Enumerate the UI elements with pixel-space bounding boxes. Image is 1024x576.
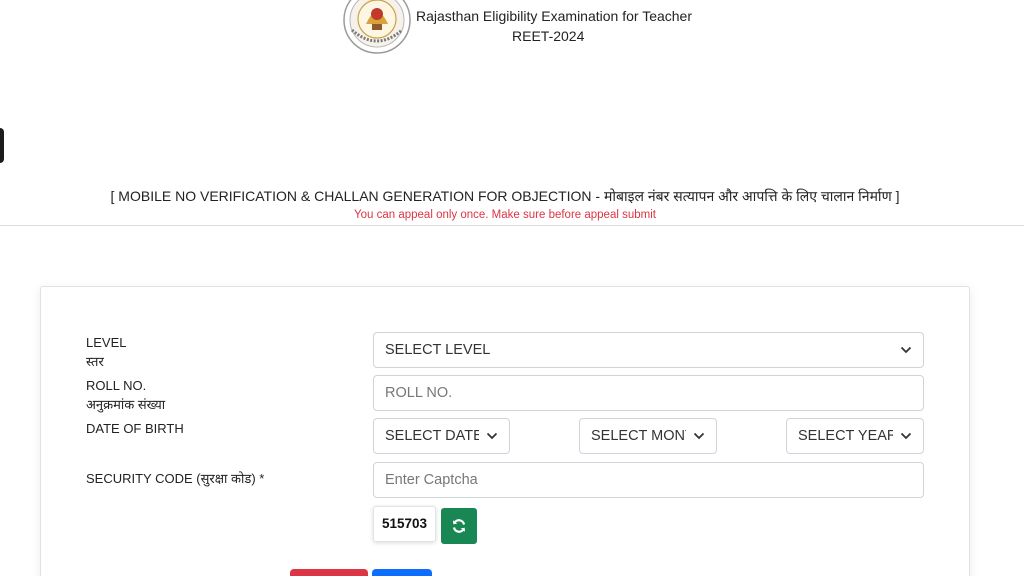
- roll-no-label: ROLL NO. अनुक्रमांक संख्या: [86, 376, 165, 414]
- refresh-captcha-button[interactable]: [441, 508, 477, 544]
- submit-button[interactable]: [372, 569, 432, 576]
- roll-no-label-hi: अनुक्रमांक संख्या: [86, 397, 166, 412]
- security-code-label: SECURITY CODE (सुरक्षा कोड) *: [86, 471, 265, 486]
- page-heading: [ MOBILE NO VERIFICATION & CHALLAN GENER…: [110, 188, 900, 204]
- level-label-hi: स्तर: [86, 354, 104, 369]
- level-label: LEVEL स्तर: [86, 333, 126, 371]
- chevron-down-icon: [900, 346, 912, 354]
- dob-year-value: SELECT YEAR: [798, 428, 893, 444]
- dob-year-select[interactable]: SELECT YEAR: [786, 418, 924, 454]
- side-tab[interactable]: [0, 128, 4, 163]
- roll-no-input[interactable]: [373, 375, 924, 411]
- dob-month-select[interactable]: SELECT MONTH: [579, 418, 717, 454]
- refresh-icon: [452, 519, 466, 533]
- chevron-down-icon: [486, 432, 498, 440]
- emblem-logo: [343, 0, 411, 54]
- exam-title: Rajasthan Eligibility Examination for Te…: [416, 8, 692, 24]
- level-select-value: SELECT LEVEL: [385, 342, 491, 358]
- chevron-down-icon: [900, 432, 912, 440]
- roll-no-label-en: ROLL NO.: [86, 378, 147, 393]
- captcha-input[interactable]: [373, 462, 924, 498]
- captcha-code: 515703: [373, 506, 436, 542]
- appeal-warning: You can appeal only once. Make sure befo…: [354, 209, 656, 221]
- chevron-down-icon: [693, 432, 705, 440]
- dob-label: DATE OF BIRTH: [86, 421, 184, 436]
- reset-button[interactable]: [290, 569, 368, 576]
- page-header: Rajasthan Eligibility Examination for Te…: [0, 0, 1024, 226]
- dob-date-select[interactable]: SELECT DATE: [373, 418, 510, 454]
- level-select[interactable]: SELECT LEVEL: [373, 332, 924, 368]
- dob-date-value: SELECT DATE: [385, 428, 479, 444]
- exam-year: REET-2024: [512, 28, 585, 44]
- level-label-en: LEVEL: [86, 335, 127, 350]
- dob-month-value: SELECT MONTH: [591, 428, 686, 444]
